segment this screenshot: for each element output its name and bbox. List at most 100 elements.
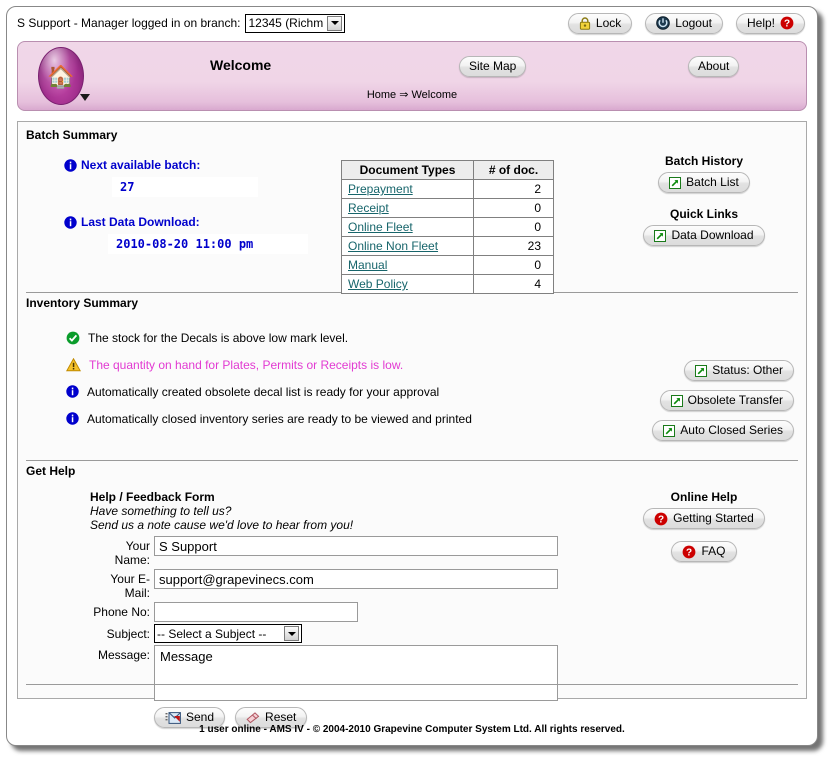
batch-summary-section: Next available batch: 27 Last Data Downl… [18, 142, 806, 292]
reset-label: Reset [265, 710, 296, 725]
batch-summary-left: Next available batch: 27 Last Data Downl… [18, 148, 338, 288]
doc-type-link[interactable]: Manual [348, 258, 387, 272]
getting-started-button[interactable]: ? Getting Started [643, 508, 765, 529]
top-bar: S Support - Manager logged in on branch:… [7, 7, 817, 39]
inventory-action-buttons: Status: Other Obsolete Transfer [608, 360, 794, 441]
external-link-icon [663, 425, 675, 437]
inventory-summary-title: Inventory Summary [18, 296, 806, 310]
info-icon [66, 385, 79, 398]
chevron-down-icon [327, 16, 342, 31]
status-other-button[interactable]: Status: Other [684, 360, 794, 381]
batch-summary-title: Batch Summary [18, 128, 806, 142]
help-button-label: Help! [747, 16, 775, 31]
logout-button[interactable]: Logout [645, 13, 723, 34]
list-item-text: The stock for the Decals is above low ma… [88, 331, 348, 345]
doc-type-count: 0 [474, 218, 554, 237]
chevron-down-icon [284, 626, 299, 641]
last-download-label: Last Data Download: [81, 215, 200, 229]
login-status-text: S Support - Manager logged in on branch: [17, 16, 240, 30]
document-types-table: Document Types # of doc. Prepayment 2 Re… [341, 160, 554, 294]
branch-select-value: 12345 (Richm [248, 16, 323, 30]
doc-type-link[interactable]: Online Non Fleet [348, 239, 438, 253]
info-icon [66, 412, 79, 425]
table-row: Manual 0 [342, 256, 554, 275]
table-row: Online Non Fleet 23 [342, 237, 554, 256]
auto-closed-series-button[interactable]: Auto Closed Series [652, 420, 794, 441]
batch-history-heading: Batch History [614, 154, 794, 168]
breadcrumb: Home ⇒ Welcome [18, 88, 806, 101]
help-button[interactable]: Help! ? [736, 13, 805, 34]
doc-type-link[interactable]: Web Policy [348, 277, 408, 291]
next-batch-label: Next available batch: [81, 158, 200, 172]
login-status: S Support - Manager logged in on branch:… [17, 14, 345, 33]
content-card: Batch Summary Next available batch: 27 [17, 121, 807, 699]
top-bar-actions: Lock Logout Help! ? [568, 13, 805, 34]
spacer [614, 193, 794, 207]
email-input[interactable]: support@grapevinecs.com [154, 569, 558, 589]
site-map-button[interactable]: Site Map [459, 56, 526, 77]
data-download-button[interactable]: Data Download [643, 225, 764, 246]
name-input[interactable]: S Support [154, 536, 558, 556]
lock-button[interactable]: Lock [568, 13, 632, 34]
table-row: Web Policy 4 [342, 275, 554, 294]
form-row-message: Message: Message [90, 644, 558, 729]
warning-icon [66, 358, 81, 372]
phone-input[interactable] [154, 602, 358, 622]
batch-list-label: Batch List [686, 175, 739, 190]
list-item-text: Automatically created obsolete decal lis… [87, 385, 439, 399]
about-button[interactable]: About [688, 56, 739, 77]
site-map-label: Site Map [469, 59, 516, 74]
online-help-links: Online Help ? Getting Started [614, 490, 794, 562]
application-window: S Support - Manager logged in on branch:… [6, 6, 818, 746]
form-fields-table: Your Name: S Support Your E-Mail: suppor… [90, 535, 558, 729]
external-link-icon [671, 395, 683, 407]
batch-list-button[interactable]: Batch List [658, 172, 750, 193]
getting-started-label: Getting Started [673, 511, 754, 526]
table-row: Receipt 0 [342, 199, 554, 218]
doc-type-link[interactable]: Online Fleet [348, 220, 413, 234]
form-row-phone: Phone No: [90, 601, 558, 623]
form-row-subject: Subject: -- Select a Subject -- [90, 623, 558, 644]
table-row: Prepayment 2 [342, 180, 554, 199]
data-download-label: Data Download [671, 228, 753, 243]
doc-type-count: 4 [474, 275, 554, 294]
inventory-summary-section: The stock for the Decals is above low ma… [18, 310, 806, 460]
subject-label: Subject: [90, 623, 154, 644]
get-help-section: Help / Feedback Form Have something to t… [18, 478, 806, 703]
next-batch-row: Next available batch: [64, 158, 338, 172]
doc-type-count: 0 [474, 199, 554, 218]
svg-text:?: ? [686, 547, 692, 558]
doc-type-count: 23 [474, 237, 554, 256]
doc-type-count: 0 [474, 256, 554, 275]
faq-button[interactable]: ? FAQ [671, 541, 736, 562]
auto-closed-series-label: Auto Closed Series [680, 423, 783, 438]
batch-side-links: Batch History Batch List Quick Links [614, 154, 794, 246]
branch-select[interactable]: 12345 (Richm [245, 14, 345, 33]
send-mail-icon [165, 712, 181, 724]
faq-label: FAQ [701, 544, 725, 559]
footer: 1 user online - AMS IV - © 2004-2010 Gra… [7, 724, 817, 735]
table-header-row: Document Types # of doc. [342, 161, 554, 180]
subject-select[interactable]: -- Select a Subject -- [154, 624, 302, 643]
message-textarea[interactable]: Message [154, 645, 558, 701]
obsolete-transfer-button[interactable]: Obsolete Transfer [660, 390, 794, 411]
power-icon [656, 16, 670, 30]
lock-icon [579, 17, 591, 30]
col-document-types: Document Types [342, 161, 474, 180]
lock-button-label: Lock [596, 16, 621, 31]
house-icon: 🏠 [47, 66, 74, 88]
col-num-docs: # of doc. [474, 161, 554, 180]
svg-text:?: ? [658, 514, 664, 525]
logout-button-label: Logout [675, 16, 712, 31]
message-label: Message: [90, 644, 154, 729]
section-divider [26, 460, 798, 461]
obsolete-transfer-label: Obsolete Transfer [688, 393, 783, 408]
doc-type-link[interactable]: Prepayment [348, 182, 413, 196]
quick-links-heading: Quick Links [614, 207, 794, 221]
last-download-value: 2010-08-20 11:00 pm [108, 234, 308, 254]
doc-type-link[interactable]: Receipt [348, 201, 389, 215]
status-other-label: Status: Other [712, 363, 783, 378]
question-mark-icon: ? [654, 512, 668, 526]
list-item: The stock for the Decals is above low ma… [66, 324, 806, 351]
list-item-text: Automatically closed inventory series ar… [87, 412, 472, 426]
